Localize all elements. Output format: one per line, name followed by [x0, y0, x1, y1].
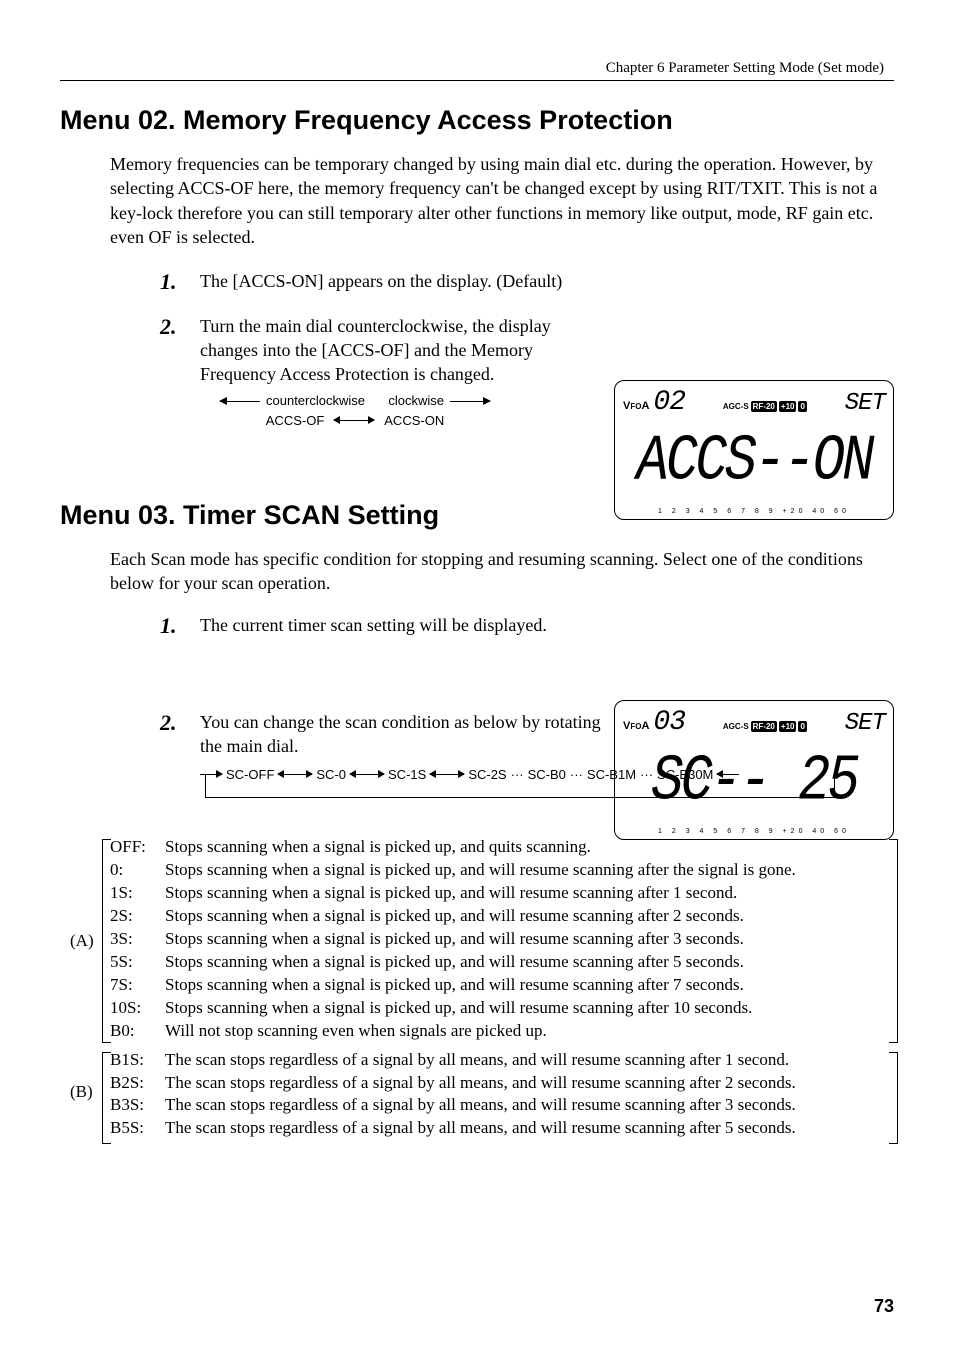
- lcd-indicators: AGC-S RF-20 +10 0: [723, 401, 807, 412]
- def-value: The scan stops regardless of a signal by…: [165, 1072, 894, 1095]
- def-key: B0:: [110, 1020, 165, 1043]
- def-key: OFF:: [110, 836, 165, 859]
- menu03-step1: The current timer scan setting will be d…: [200, 613, 560, 637]
- vfoa-indicator: VFOA: [623, 720, 649, 732]
- ccw-label: counterclockwise: [266, 392, 365, 410]
- set-indicator: SET: [845, 390, 885, 417]
- menu03-intro: Each Scan mode has specific condition fo…: [110, 547, 884, 596]
- menu02-step1: The [ACCS-ON] appears on the display. (D…: [200, 269, 580, 293]
- def-value: Stops scanning when a signal is picked u…: [165, 974, 894, 997]
- def-value: Stops scanning when a signal is picked u…: [165, 836, 894, 859]
- def-value: The scan stops regardless of a signal by…: [165, 1117, 894, 1140]
- accs-of-label: ACCS-OF: [266, 412, 325, 430]
- def-value: Stops scanning when a signal is picked u…: [165, 882, 894, 905]
- def-row: B3S:The scan stops regardless of a signa…: [110, 1094, 894, 1117]
- def-key: B1S:: [110, 1049, 165, 1072]
- arrow-left-icon: [220, 401, 260, 402]
- flow-return-line: [205, 775, 835, 798]
- menu02-title: Menu 02. Memory Frequency Access Protect…: [60, 105, 894, 136]
- def-row: 5S:Stops scanning when a signal is picke…: [110, 951, 894, 974]
- scan-flow-diagram: SC-OFF SC-0 SC-1S SC-2S ··· SC-B0 ··· SC…: [200, 766, 840, 808]
- def-row: 10S:Stops scanning when a signal is pick…: [110, 997, 894, 1020]
- def-row: 7S:Stops scanning when a signal is picke…: [110, 974, 894, 997]
- def-row: 2S:Stops scanning when a signal is picke…: [110, 905, 894, 928]
- def-key: 7S:: [110, 974, 165, 997]
- lcd-scale: 1 2 3 4 5 6 7 8 9 +20 40 60: [623, 828, 885, 835]
- divider: [60, 80, 894, 81]
- def-value: Will not stop scanning even when signals…: [165, 1020, 894, 1043]
- def-value: Stops scanning when a signal is picked u…: [165, 905, 894, 928]
- def-value: Stops scanning when a signal is picked u…: [165, 951, 894, 974]
- bracket-b-right-icon: [889, 1052, 898, 1144]
- def-row: 3S:Stops scanning when a signal is picke…: [110, 928, 894, 951]
- def-value: Stops scanning when a signal is picked u…: [165, 928, 894, 951]
- def-value: Stops scanning when a signal is picked u…: [165, 859, 894, 882]
- step-number-2: 2.: [160, 314, 200, 340]
- step-number-1b: 1.: [160, 613, 200, 639]
- lcd-display-02: VFOA 02 AGC-S RF-20 +10 0 SET ACCS--ON 1…: [614, 380, 894, 520]
- lcd-main-text: ACCS--ON: [623, 434, 885, 492]
- lcd-menu-num: 02: [653, 387, 685, 418]
- bidirectional-arrow-icon: [334, 420, 374, 421]
- def-key: B5S:: [110, 1117, 165, 1140]
- def-key: 5S:: [110, 951, 165, 974]
- lcd-menu-num: 03: [653, 707, 685, 738]
- def-key: B3S:: [110, 1094, 165, 1117]
- bracket-a-right-icon: [889, 839, 898, 1043]
- menu03-step2: You can change the scan condition as bel…: [200, 712, 601, 756]
- step-number-1: 1.: [160, 269, 200, 295]
- accs-on-label: ACCS-ON: [384, 412, 444, 430]
- def-key: 0:: [110, 859, 165, 882]
- def-row: B5S:The scan stops regardless of a signa…: [110, 1117, 894, 1140]
- lcd-scale: 1 2 3 4 5 6 7 8 9 +20 40 60: [623, 508, 885, 515]
- def-row: B0:Will not stop scanning even when sign…: [110, 1020, 894, 1043]
- def-value: Stops scanning when a signal is picked u…: [165, 997, 894, 1020]
- group-a-label: (A): [70, 931, 94, 951]
- def-value: The scan stops regardless of a signal by…: [165, 1049, 894, 1072]
- scan-definitions: (A) OFF:Stops scanning when a signal is …: [110, 836, 894, 1140]
- menu02-step2: Turn the main dial counterclockwise, the…: [200, 316, 551, 385]
- def-key: B2S:: [110, 1072, 165, 1095]
- def-value: The scan stops regardless of a signal by…: [165, 1094, 894, 1117]
- bracket-a-left-icon: [102, 839, 111, 1043]
- def-key: 2S:: [110, 905, 165, 928]
- cw-label: clockwise: [388, 392, 444, 410]
- arrow-right-icon: [450, 401, 490, 402]
- def-row: B1S:The scan stops regardless of a signa…: [110, 1049, 894, 1072]
- def-row: B2S:The scan stops regardless of a signa…: [110, 1072, 894, 1095]
- chapter-header: Chapter 6 Parameter Setting Mode (Set mo…: [60, 60, 894, 77]
- step-number-2b: 2.: [160, 710, 200, 736]
- def-key: 10S:: [110, 997, 165, 1020]
- bracket-b-left-icon: [102, 1052, 111, 1144]
- def-key: 3S:: [110, 928, 165, 951]
- accs-arrows-diagram: counterclockwise clockwise ACCS-OF ACCS-…: [220, 392, 580, 429]
- lcd-indicators: AGC-S RF-20 +10 0: [723, 721, 807, 732]
- def-row: OFF:Stops scanning when a signal is pick…: [110, 836, 894, 859]
- group-b-label: (B): [70, 1082, 93, 1102]
- def-row: 1S:Stops scanning when a signal is picke…: [110, 882, 894, 905]
- vfoa-indicator: VFOA: [623, 400, 649, 412]
- menu02-intro: Memory frequencies can be temporary chan…: [110, 152, 884, 249]
- set-indicator: SET: [845, 710, 885, 737]
- page-number: 73: [874, 1296, 894, 1317]
- def-row: 0:Stops scanning when a signal is picked…: [110, 859, 894, 882]
- def-key: 1S:: [110, 882, 165, 905]
